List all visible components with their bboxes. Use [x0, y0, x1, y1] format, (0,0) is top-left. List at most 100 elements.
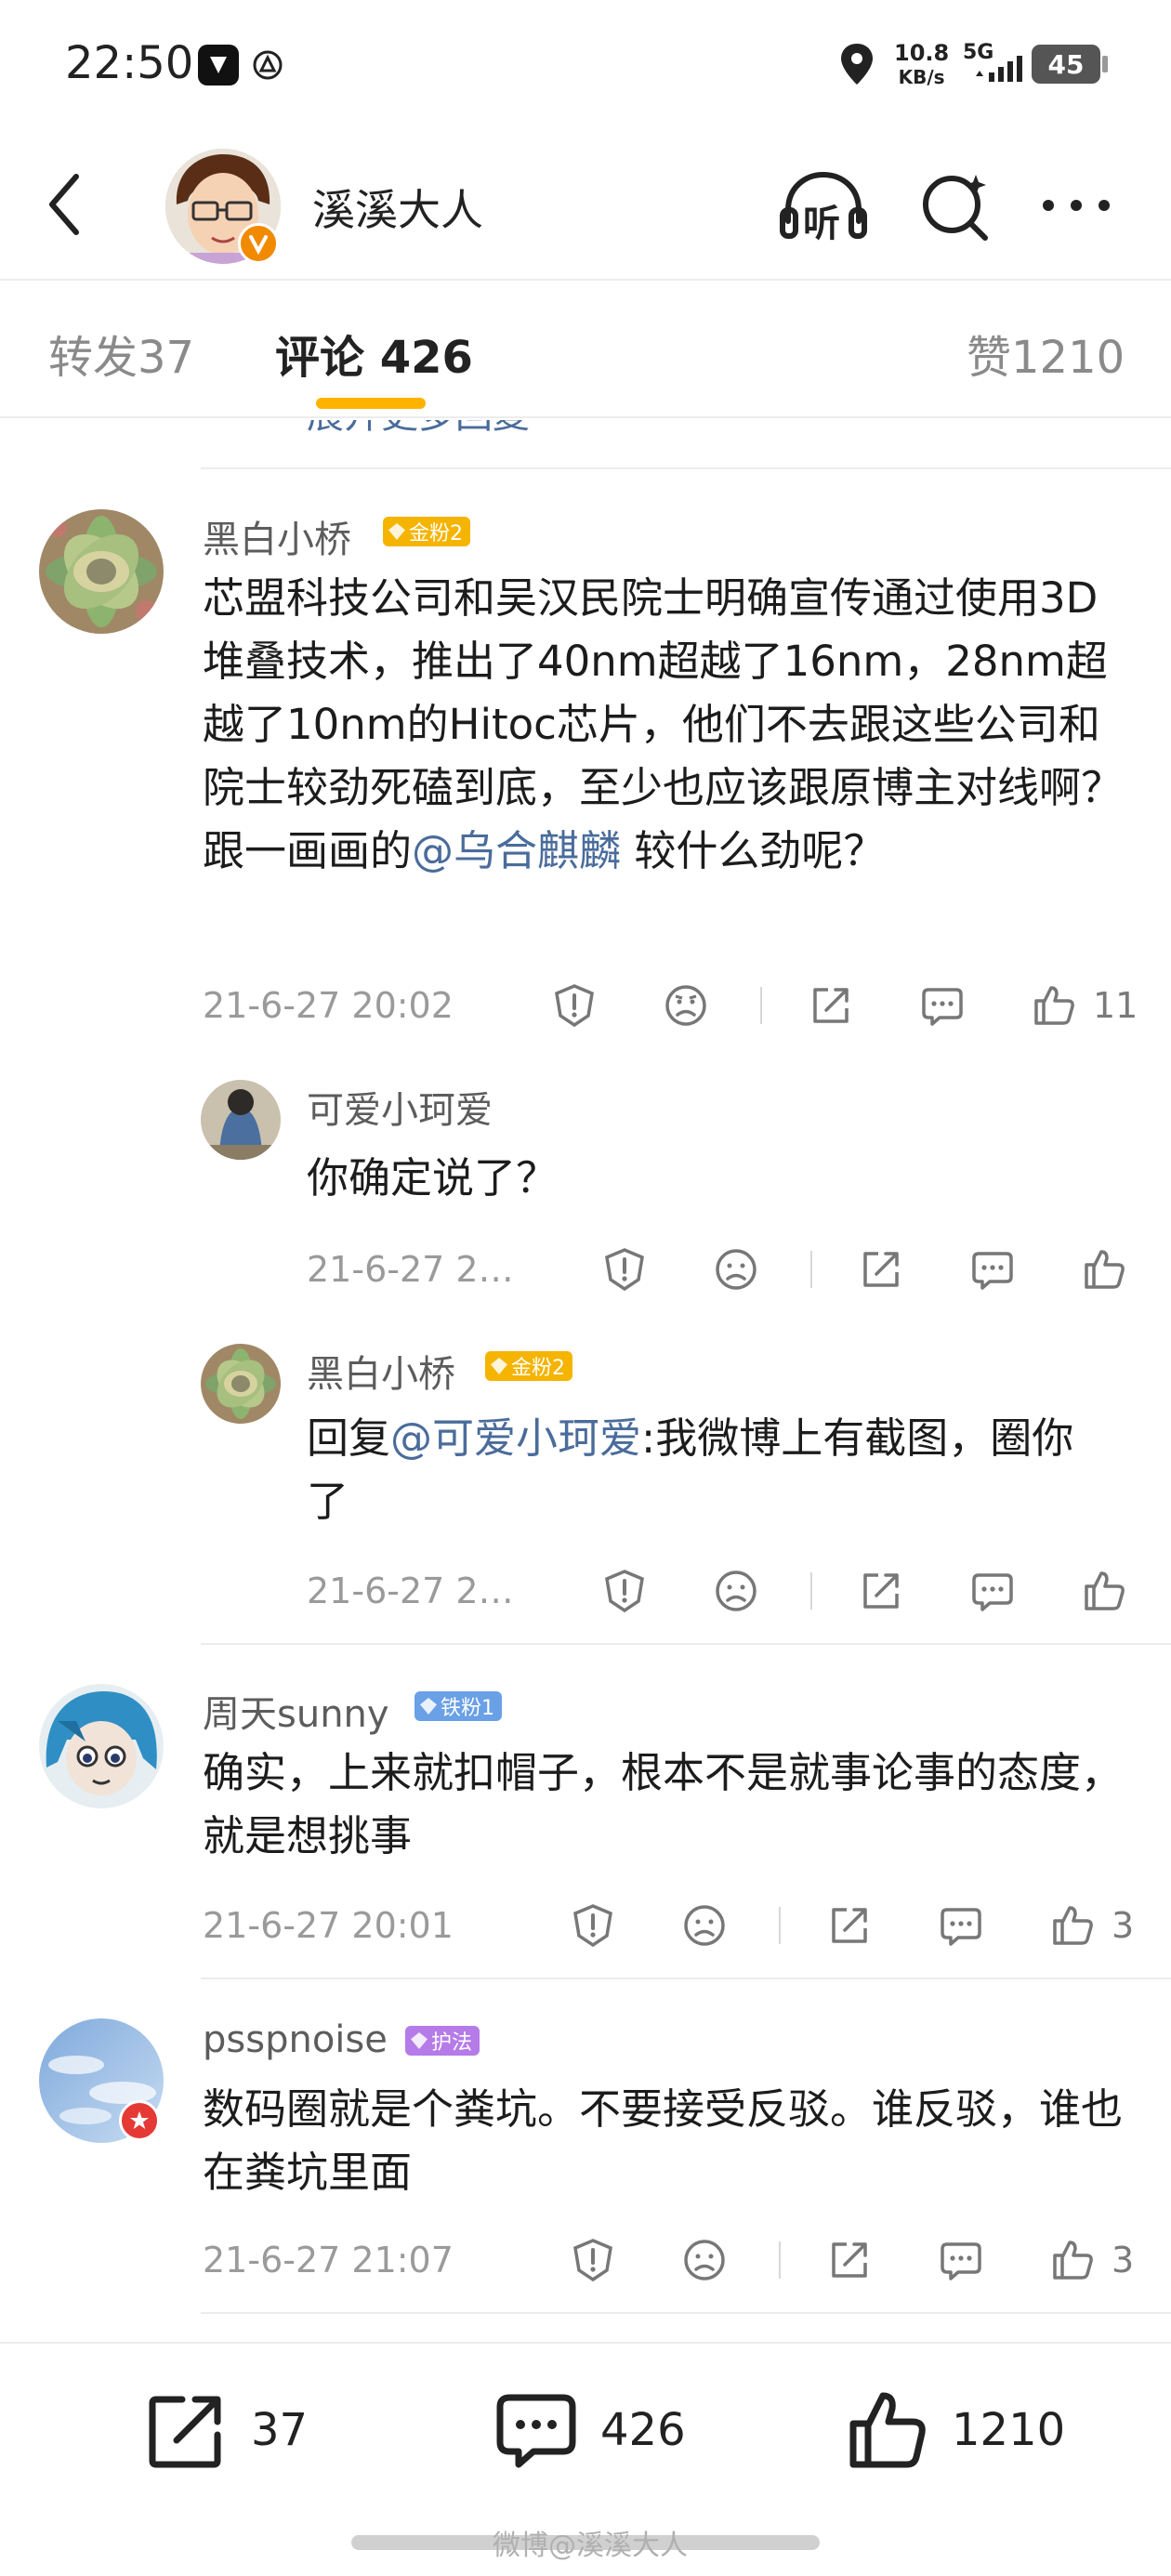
dislike-icon[interactable] [678, 2234, 730, 2286]
comment-avatar[interactable] [39, 509, 164, 634]
tab-reposts-label: 转发 [48, 332, 138, 384]
tab-comments[interactable]: 评论 426 [275, 321, 473, 386]
like-icon[interactable] [1046, 1899, 1099, 1952]
dislike-icon[interactable] [710, 1243, 762, 1295]
tab-likes[interactable]: 赞1210 [967, 321, 1125, 386]
action-separator [779, 1907, 781, 1944]
fan-badge-label: 护法 [431, 2031, 473, 2055]
reply-author[interactable]: 黑白小桥 [307, 1344, 455, 1398]
reply-text: 回复@可爱小珂爱:我微博上有截图，圈你了 [307, 1407, 1106, 1533]
dislike-icon[interactable] [678, 1899, 730, 1952]
reply-author[interactable]: 可爱小珂爱 [307, 1080, 493, 1134]
repost-count: 37 [251, 2404, 309, 2456]
report-icon[interactable] [599, 1565, 651, 1617]
listen-icon[interactable]: 听 [779, 169, 868, 245]
fan-badge: 金粉2 [485, 1351, 572, 1381]
action-separator [760, 987, 762, 1024]
report-icon[interactable] [567, 1899, 619, 1952]
action-separator [810, 1251, 812, 1288]
report-icon[interactable] [567, 2234, 619, 2286]
battery-level: 45 [1047, 48, 1085, 80]
comment-avatar[interactable] [39, 1684, 164, 1808]
share-icon[interactable] [823, 1899, 875, 1952]
back-icon[interactable] [37, 167, 93, 242]
like-icon[interactable] [1078, 1243, 1130, 1295]
comment-time: 21-6-27 21:07 [203, 2240, 454, 2280]
reply-icon[interactable] [916, 979, 968, 1032]
comment-actions: 3 [567, 1898, 1162, 1953]
badge-icon [388, 523, 405, 540]
author-name[interactable]: 溪溪大人 [312, 177, 483, 238]
verified-icon [119, 2100, 160, 2141]
badge-icon [420, 1698, 437, 1715]
action-separator [779, 2241, 781, 2279]
dislike-icon[interactable] [710, 1565, 762, 1617]
repost-icon [149, 2396, 221, 2468]
more-replies-link[interactable]: 展开更多回复 [307, 420, 586, 433]
divider [201, 1643, 1171, 1645]
divider [201, 2312, 1171, 2314]
signal-icon [972, 54, 1028, 84]
watermark: 微博@溪溪大人 [493, 2530, 688, 2562]
net-speed: 10.8 KB/s [894, 41, 949, 89]
share-icon[interactable] [855, 1565, 907, 1617]
fan-badge: 铁粉1 [414, 1691, 502, 1721]
reply-icon[interactable] [935, 2234, 987, 2286]
tab-active-indicator [316, 398, 426, 409]
comment-time: 21-6-27 20:02 [203, 985, 454, 1026]
more-icon[interactable] [1039, 191, 1113, 219]
like-icon[interactable] [1078, 1565, 1130, 1617]
status-bar: 22:50 10.8 KB/s 5G 45 [0, 0, 1171, 130]
comment-actions: 11 [548, 978, 1143, 1033]
listen-label: 听 [803, 203, 840, 245]
fan-badge-label: 金粉2 [409, 522, 463, 545]
tab-comments-label: 评论 [275, 332, 365, 384]
post-header: 溪溪大人 听 [0, 130, 1171, 279]
comment-text: 数码圈就是个粪坑。不要接受反驳。谁反驳，谁也在粪坑里面 [203, 2084, 1124, 2197]
repost-button[interactable]: 37 [145, 2388, 308, 2472]
fan-badge: 金粉2 [383, 517, 470, 546]
comment-text: 芯盟科技公司和吴汉民院士明确宣传通过使用3D堆叠技术，推出了40nm超越了16n… [203, 567, 1132, 883]
divider [201, 467, 1171, 469]
like-count: 1210 [952, 2404, 1066, 2456]
like-icon[interactable] [1046, 2234, 1099, 2286]
tab-comments-count: 426 [379, 332, 473, 384]
mention-link[interactable]: @乌合麒麟 [412, 826, 621, 875]
reply-avatar[interactable] [201, 1344, 281, 1424]
reply-icon[interactable] [967, 1243, 1019, 1295]
reply-actions [599, 1563, 1138, 1619]
comment-time: 21-6-27 20:01 [203, 1905, 454, 1946]
reply-icon[interactable] [967, 1565, 1019, 1617]
comment-author[interactable]: psspnoise [203, 2018, 388, 2061]
dislike-icon[interactable] [660, 979, 712, 1032]
share-icon[interactable] [823, 2234, 875, 2286]
fan-badge-label: 金粉2 [511, 1357, 565, 1380]
share-icon[interactable] [855, 1243, 907, 1295]
reply-icon[interactable] [935, 1899, 987, 1952]
tab-reposts-count: 37 [138, 332, 195, 384]
reply-text: 你确定说了？ [307, 1153, 559, 1203]
like-icon[interactable] [1028, 979, 1080, 1032]
tab-likes-count: 1210 [1011, 332, 1125, 384]
tab-likes-label: 赞 [967, 332, 1012, 384]
comment-author[interactable]: 黑白小桥 [203, 509, 351, 563]
report-icon[interactable] [599, 1243, 651, 1295]
like-icon [849, 2392, 926, 2468]
comment-author[interactable]: 周天sunny [203, 1684, 389, 1738]
tab-reposts[interactable]: 转发37 [48, 321, 194, 386]
more-replies-text: 展开更多回复 [307, 420, 586, 433]
report-icon[interactable] [548, 979, 600, 1032]
mention-link[interactable]: @可爱小珂爱 [390, 1413, 641, 1463]
comment-icon [496, 2394, 576, 2468]
app-notification-icon-2 [249, 46, 286, 84]
battery-icon: 45 [1032, 45, 1100, 84]
comment-count: 426 [600, 2404, 686, 2456]
fan-badge: 护法 [405, 2026, 480, 2056]
like-button[interactable]: 1210 [846, 2388, 1065, 2472]
comment-button[interactable]: 426 [494, 2388, 686, 2472]
share-icon[interactable] [805, 979, 857, 1032]
search-icon[interactable] [918, 169, 993, 243]
reply-avatar[interactable] [201, 1080, 281, 1160]
badge-icon [491, 1358, 507, 1374]
app-notification-icon [198, 45, 239, 85]
